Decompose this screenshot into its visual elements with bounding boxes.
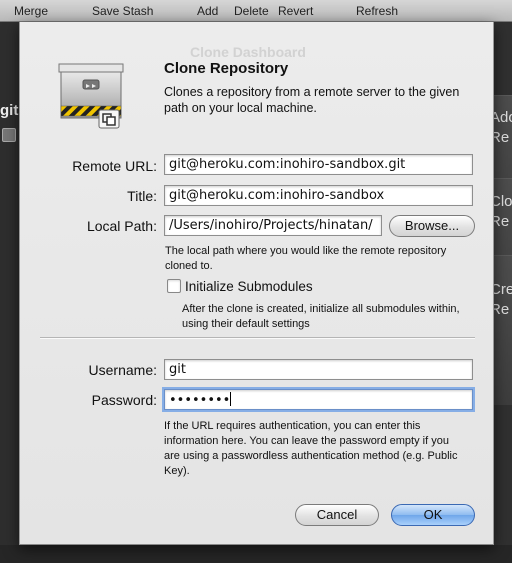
username-field[interactable]: git [164,359,473,380]
toolbar-revert-button[interactable]: Revert [278,4,313,18]
toolbar-add-button[interactable]: Add [197,4,218,18]
ok-button[interactable]: OK [391,504,475,526]
password-field[interactable]: •••••••• [164,389,473,410]
repository-icon [58,63,124,129]
clone-repository-dialog: Clone Dashboard Clone Repository Clones … [19,22,494,545]
remote-url-field[interactable]: git@heroku.com:inohiro-sandbox.git [164,154,473,175]
initialize-submodules-checkbox[interactable] [167,279,181,293]
local-path-help: The local path where you would like the … [165,245,447,272]
dialog-title: Clone Repository [164,60,289,77]
password-label: Password: [91,392,157,408]
browse-button[interactable]: Browse... [389,215,475,237]
background-status-strip [0,545,512,563]
dialog-description: Clones a repository from a remote server… [164,85,460,115]
background-repo-label: git [0,102,19,119]
username-label: Username: [88,362,157,378]
initialize-submodules-help: After the clone is created, initialize a… [182,303,460,330]
auth-help: If the URL requires authentication, you … [164,420,458,477]
title-field[interactable]: git@heroku.com:inohiro-sandbox [164,185,473,206]
toolbar-delete-button[interactable]: Delete [234,4,269,18]
title-label: Title: [127,188,157,204]
toolbar-save-stash-button[interactable]: Save Stash [92,4,153,18]
toolbar-refresh-button[interactable]: Refresh [356,4,398,18]
local-path-label: Local Path: [86,218,157,234]
text-caret [230,392,232,406]
initialize-submodules-label[interactable]: Initialize Submodules [185,279,313,294]
cancel-button[interactable]: Cancel [295,504,379,526]
separator [40,337,475,339]
remote-url-label: Remote URL: [72,158,157,174]
background-repo-badge [2,128,16,142]
password-dots: •••••••• [169,393,231,408]
local-path-field[interactable]: /Users/inohiro/Projects/hinatan/ [164,215,382,236]
toolbar: Merge Save Stash Add Delete Revert Refre… [0,0,512,22]
toolbar-merge-button[interactable]: Merge [14,4,48,18]
